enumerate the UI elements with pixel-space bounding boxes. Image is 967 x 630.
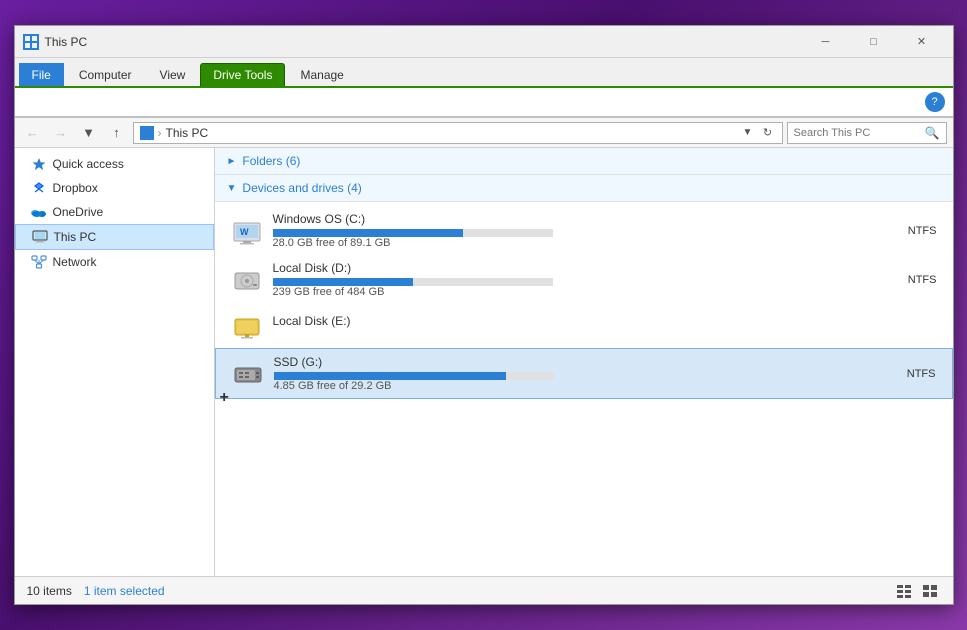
sidebar-label-this-pc: This PC: [54, 230, 97, 244]
drive-icon-d: [231, 264, 263, 296]
drive-list: W Windows OS (C:) 28.0 GB free of 89.1 G…: [215, 202, 953, 403]
search-bar[interactable]: 🔍: [787, 122, 947, 144]
star-icon: [31, 156, 47, 172]
drive-fill-g: [274, 372, 506, 380]
folders-chevron: ►: [227, 156, 237, 167]
status-bar: 10 items 1 item selected: [15, 576, 953, 604]
drive-info-e: Local Disk (E:): [273, 314, 847, 339]
sidebar-item-onedrive[interactable]: OneDrive: [15, 200, 214, 224]
ribbon-tab-list: File Computer View Drive Tools Manage: [15, 58, 953, 86]
tab-file[interactable]: File: [19, 63, 64, 86]
forward-button[interactable]: →: [49, 121, 73, 145]
status-view-controls: [893, 581, 941, 601]
drive-name-c: Windows OS (C:): [273, 212, 847, 226]
breadcrumb-path: This PC: [166, 126, 209, 140]
title-bar: This PC ─ □ ✕: [15, 26, 953, 58]
window-controls: ─ □ ✕: [803, 26, 945, 58]
toolbar: ← → ▼ ↑ › This PC ▼ ↻ 🔍: [15, 118, 953, 148]
drive-icon-c: W: [231, 215, 263, 247]
help-button[interactable]: ?: [925, 92, 945, 112]
drive-name-e: Local Disk (E:): [273, 314, 847, 328]
drive-space-c: 28.0 GB free of 89.1 GB: [273, 237, 847, 249]
drive-info-g: SSD (G:) 4.85 GB free of 29.2 GB: [274, 355, 846, 392]
drive-space-d: 239 GB free of 484 GB: [273, 286, 847, 298]
drive-fill-c: [273, 229, 463, 237]
details-view-button[interactable]: [893, 581, 915, 601]
main-area: Quick access Dropbox OneDrive: [15, 148, 953, 576]
window-title: This PC: [45, 35, 803, 49]
item-count: 10 items: [27, 584, 72, 598]
back-button[interactable]: ←: [21, 121, 45, 145]
tab-drive-tools[interactable]: Drive Tools: [200, 63, 285, 86]
sidebar-item-this-pc[interactable]: This PC: [15, 224, 214, 250]
breadcrumb-separator: ›: [158, 126, 162, 140]
search-icon[interactable]: 🔍: [925, 126, 940, 140]
folders-header-label: Folders (6): [242, 154, 300, 168]
drive-icon-g: [232, 358, 264, 390]
selected-count: 1 item selected: [84, 584, 165, 598]
ribbon: File Computer View Drive Tools Manage ?: [15, 58, 953, 118]
drives-section-header[interactable]: ▼ Devices and drives (4): [215, 175, 953, 202]
network-icon: [31, 254, 47, 270]
ribbon-content: ?: [15, 86, 953, 117]
tab-manage[interactable]: Manage: [287, 63, 356, 86]
drive-fill-d: [273, 278, 413, 286]
breadcrumb-bar[interactable]: › This PC ▼ ↻: [133, 122, 783, 144]
onedrive-icon: [31, 204, 47, 220]
drive-bar-c: [273, 229, 553, 237]
drives-header-label: Devices and drives (4): [242, 181, 361, 195]
sidebar-item-quick-access[interactable]: Quick access: [15, 152, 214, 176]
drive-fs-g: NTFS: [856, 368, 936, 380]
minimize-button[interactable]: ─: [803, 26, 849, 58]
drive-fs-c: NTFS: [857, 225, 937, 237]
drive-info-d: Local Disk (D:) 239 GB free of 484 GB: [273, 261, 847, 298]
tab-view[interactable]: View: [147, 63, 199, 86]
drive-item-e[interactable]: Local Disk (E:): [215, 304, 953, 348]
maximize-button[interactable]: □: [851, 26, 897, 58]
file-explorer-window: This PC ─ □ ✕ File Computer View Drive T…: [14, 25, 954, 605]
search-input[interactable]: [794, 127, 921, 139]
dropbox-icon: [31, 180, 47, 196]
recent-locations-button[interactable]: ▼: [77, 121, 101, 145]
refresh-button[interactable]: ↻: [760, 121, 776, 145]
window-icon: [23, 34, 39, 50]
sidebar-item-network[interactable]: Network: [15, 250, 214, 274]
drive-icon-e: [231, 310, 263, 342]
tab-computer[interactable]: Computer: [66, 63, 145, 86]
sidebar-label-network: Network: [53, 255, 97, 269]
drive-item-g[interactable]: SSD (G:) 4.85 GB free of 29.2 GB NTFS: [215, 348, 953, 399]
large-icons-view-button[interactable]: [919, 581, 941, 601]
breadcrumb-dropdown[interactable]: ▼: [740, 121, 756, 145]
drive-bar-g: [274, 372, 554, 380]
drive-space-g: 4.85 GB free of 29.2 GB: [274, 380, 846, 392]
sidebar-label-dropbox: Dropbox: [53, 181, 98, 195]
sidebar-label-quick-access: Quick access: [53, 157, 124, 171]
drive-item-d[interactable]: Local Disk (D:) 239 GB free of 484 GB NT…: [215, 255, 953, 304]
sidebar-label-onedrive: OneDrive: [53, 205, 104, 219]
close-button[interactable]: ✕: [899, 26, 945, 58]
drive-bar-d: [273, 278, 553, 286]
up-button[interactable]: ↑: [105, 121, 129, 145]
computer-sidebar-icon: [32, 229, 48, 245]
cursor-plus: +: [220, 389, 229, 407]
drive-fs-d: NTFS: [857, 274, 937, 286]
drive-item-c[interactable]: W Windows OS (C:) 28.0 GB free of 89.1 G…: [215, 206, 953, 255]
content-area: ► Folders (6) ▼ Devices and drives (4): [215, 148, 953, 576]
computer-icon: [140, 126, 154, 140]
drives-chevron: ▼: [227, 183, 237, 194]
folders-section-header[interactable]: ► Folders (6): [215, 148, 953, 175]
sidebar: Quick access Dropbox OneDrive: [15, 148, 215, 576]
sidebar-item-dropbox[interactable]: Dropbox: [15, 176, 214, 200]
drive-name-d: Local Disk (D:): [273, 261, 847, 275]
svg-text:W: W: [240, 227, 249, 237]
drive-name-g: SSD (G:): [274, 355, 846, 369]
content-wrapper: ► Folders (6) ▼ Devices and drives (4): [215, 148, 953, 403]
drive-info-c: Windows OS (C:) 28.0 GB free of 89.1 GB: [273, 212, 847, 249]
